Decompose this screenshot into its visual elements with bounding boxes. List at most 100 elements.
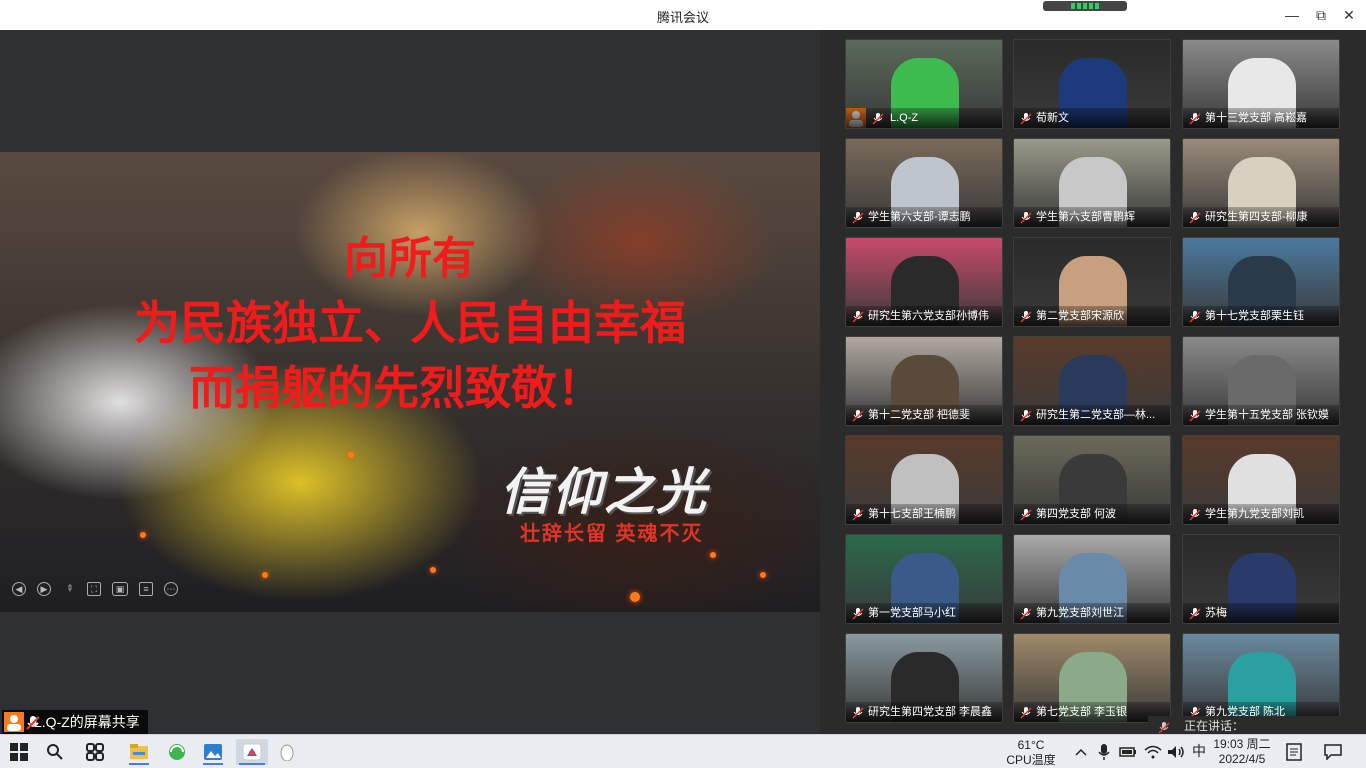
mic-muted-icon (1189, 409, 1201, 422)
participant-tile[interactable]: 学生第十五党支部 张钦嫫 (1182, 336, 1340, 426)
slide-line-2: 为民族独立、人民自由幸福 (134, 297, 686, 349)
title-bar: 腾讯会议 — ⧉ ✕ (0, 0, 1366, 30)
close-button[interactable]: ✕ (1340, 6, 1358, 24)
prev-icon[interactable]: ◀ (12, 582, 26, 596)
participant-tile[interactable]: 研究生第六党支部孙博伟 (845, 237, 1003, 327)
notification-center-icon[interactable] (1320, 739, 1346, 765)
mic-muted-icon (26, 714, 40, 730)
participant-name: 学生第六支部-谭志鹏 (846, 207, 1002, 227)
camera-icon[interactable]: ▣ (112, 582, 128, 596)
play-icon[interactable]: ▶ (37, 582, 51, 596)
participant-tile[interactable]: L.Q-Z (845, 39, 1003, 129)
minimize-button[interactable]: — (1283, 6, 1301, 24)
restore-button[interactable]: ⧉ (1312, 6, 1330, 24)
participant-name: 研究生第六党支部孙博伟 (846, 306, 1002, 326)
fullscreen-icon[interactable]: ⛶ (87, 582, 101, 596)
participant-tile[interactable]: 第十三党支部 高崧嘉 (1182, 39, 1340, 129)
participant-tile[interactable]: 研究生第二党支部—林... (1013, 336, 1171, 426)
app-icon[interactable] (274, 739, 300, 765)
mic-muted-icon (1189, 211, 1201, 224)
participant-tile[interactable]: 学生第六支部-谭志鹏 (845, 138, 1003, 228)
microphone-icon[interactable] (1091, 739, 1117, 765)
task-view-icon[interactable] (82, 739, 108, 765)
participant-tile[interactable]: 研究生第四党支部 李晨鑫 (845, 633, 1003, 723)
mic-muted-icon (852, 706, 864, 719)
mic-muted-icon (1020, 310, 1032, 323)
user-icon (4, 712, 24, 732)
mic-muted-icon (1020, 508, 1032, 521)
clock-date[interactable]: 2022/4/5 (1206, 752, 1278, 766)
slide-subtitle: 壮辞长留 英魂不灭 (520, 523, 704, 545)
file-explorer-icon[interactable] (126, 739, 152, 765)
app-root: 腾讯会议 — ⧉ ✕ 向所有 为民族独立、人民自由幸福 而捐躯的先烈致敬！ 信仰… (0, 0, 1366, 768)
notes-icon[interactable] (1281, 739, 1307, 765)
mic-muted-icon (1020, 607, 1032, 620)
participant-tile[interactable]: 第十七党支部栗生钰 (1182, 237, 1340, 327)
shared-screen-area: 向所有 为民族独立、人民自由幸福 而捐躯的先烈致敬！ 信仰之光 壮辞长留 英魂不… (0, 30, 820, 734)
mic-muted-icon (1189, 112, 1201, 125)
mic-muted-icon (1189, 508, 1201, 521)
participant-tile[interactable]: 研究生第四支部-柳康 (1182, 138, 1340, 228)
participant-name: 研究生第四党支部 李晨鑫 (846, 702, 1002, 722)
participant-tile[interactable]: 第十七支部王楠鹏 (845, 435, 1003, 525)
browser-icon[interactable] (164, 739, 190, 765)
volume-icon[interactable] (1163, 739, 1189, 765)
pen-icon[interactable]: ✎ (59, 579, 79, 599)
participant-name: 学生第九党支部刘凯 (1183, 504, 1339, 524)
screen-share-text: L.Q-Z的屏幕共享 (34, 714, 140, 730)
slide-line-3: 而捐躯的先烈致敬！ (189, 362, 603, 414)
screen-share-label: L.Q-Z的屏幕共享 (2, 710, 148, 734)
participant-tile[interactable]: 第十二党支部 杷德斐 (845, 336, 1003, 426)
participant-name: 第十二党支部 杷德斐 (846, 405, 1002, 425)
mic-muted-icon (1189, 607, 1201, 620)
mic-muted-icon (1189, 310, 1201, 323)
mic-muted-icon (1020, 211, 1032, 224)
participant-name: 第十七党支部栗生钰 (1183, 306, 1339, 326)
participant-name: L.Q-Z (846, 108, 1002, 128)
photos-app-icon[interactable] (200, 739, 226, 765)
participant-name: 第十七支部王楠鹏 (846, 504, 1002, 524)
participant-tile[interactable]: 第一党支部马小红 (845, 534, 1003, 624)
window-title: 腾讯会议 (656, 10, 709, 25)
speaking-indicator: 正在讲话： (1148, 716, 1366, 734)
tencent-meeting-taskbar-icon[interactable] (236, 739, 268, 765)
mic-muted-icon (1020, 112, 1032, 125)
mic-muted-icon (1020, 409, 1032, 422)
clock-time[interactable]: 19:03 周二 (1206, 737, 1278, 751)
speaking-label: 正在讲话： (1184, 719, 1245, 733)
participant-tile[interactable]: 第七党支部 李玉银 (1013, 633, 1171, 723)
mic-muted-icon (852, 607, 864, 620)
participant-name: 苏梅 (1183, 603, 1339, 623)
mic-muted-icon (1020, 706, 1032, 719)
windows-taskbar: 61°C CPU温度 中 19:03 周二 2022/4/5 (0, 734, 1366, 768)
participant-name: 荀新文 (1014, 108, 1170, 128)
participant-name: 学生第六支部曹鹏辉 (1014, 207, 1170, 227)
participant-name: 第四党支部 何波 (1014, 504, 1170, 524)
participant-tile[interactable]: 学生第九党支部刘凯 (1182, 435, 1340, 525)
participant-name: 第九党支部刘世江 (1014, 603, 1170, 623)
participant-name: 第二党支部宋源欣 (1014, 306, 1170, 326)
mic-muted-icon (872, 112, 884, 125)
presentation-slide: 向所有 为民族独立、人民自由幸福 而捐躯的先烈致敬！ 信仰之光 壮辞长留 英魂不… (0, 152, 820, 612)
participant-tile[interactable]: 学生第六支部曹鹏辉 (1013, 138, 1171, 228)
participant-tile[interactable]: 第九党支部 陈北 (1182, 633, 1340, 723)
battery-icon[interactable] (1115, 739, 1141, 765)
participant-tile[interactable]: 第九党支部刘世江 (1013, 534, 1171, 624)
search-icon[interactable] (42, 739, 68, 765)
mic-muted-icon (852, 409, 864, 422)
more-icon[interactable]: ⋯ (164, 582, 178, 596)
windows-start-icon[interactable] (6, 739, 32, 765)
participant-tile[interactable]: 第四党支部 何波 (1013, 435, 1171, 525)
cpu-temp-label: CPU温度 (1006, 753, 1056, 767)
participant-name: 研究生第二党支部—林... (1014, 405, 1170, 425)
participant-name: 第七党支部 李玉银 (1014, 702, 1170, 722)
comment-icon[interactable]: ≡ (139, 582, 153, 596)
slide-line-1: 向所有 (344, 234, 476, 283)
network-quality-indicator (1043, 1, 1127, 11)
participant-tile[interactable]: 第二党支部宋源欣 (1013, 237, 1171, 327)
mic-muted-icon (852, 310, 864, 323)
participant-tile[interactable]: 苏梅 (1182, 534, 1340, 624)
mic-icon (1158, 720, 1170, 734)
participant-name: 学生第十五党支部 张钦嫫 (1183, 405, 1339, 425)
participant-tile[interactable]: 荀新文 (1013, 39, 1171, 129)
